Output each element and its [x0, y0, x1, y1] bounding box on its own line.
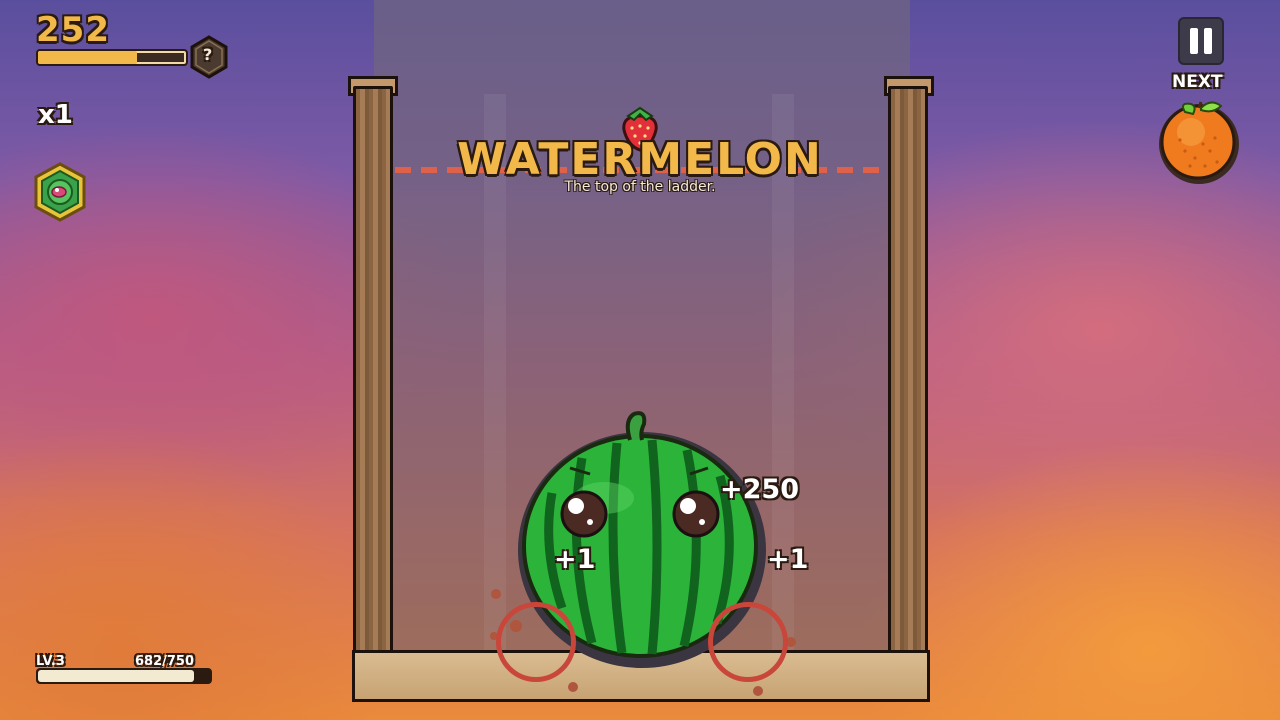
orange-icon: [1159, 101, 1239, 184]
merge-ring: [496, 602, 576, 682]
multiplier-label: x1: [38, 100, 73, 130]
powerup-gem-icon: [34, 162, 86, 222]
fruit-unlock-banner: WATERMELON The top of the ladder.: [440, 132, 840, 195]
score-progress-fill: [38, 51, 138, 64]
next-label: NEXT: [1172, 72, 1223, 92]
pause-button[interactable]: [1178, 17, 1224, 65]
score-popup-main: +250: [720, 474, 799, 505]
score-popup-right: +1: [767, 544, 809, 575]
right-wall: [888, 86, 928, 672]
next-fruit-preview: [1155, 96, 1243, 186]
merge-ring: [708, 602, 788, 682]
hint-button[interactable]: ?: [189, 35, 229, 79]
score-popup-left: +1: [554, 544, 596, 575]
score-progress-bar: [36, 49, 188, 66]
xp-label: 682/750: [135, 654, 195, 669]
left-wall: [353, 86, 393, 672]
pause-icon: [1190, 28, 1198, 54]
xp-progress-bar: [36, 668, 212, 684]
hint-symbol: ?: [203, 45, 213, 64]
juice-splat: [753, 686, 763, 696]
xp-progress-fill: [38, 670, 195, 682]
score-counter: 252: [36, 10, 110, 50]
powerup-button[interactable]: [33, 162, 87, 222]
juice-splat: [568, 682, 578, 692]
level-label: LV.3: [36, 654, 65, 669]
juice-splat: [491, 589, 501, 599]
